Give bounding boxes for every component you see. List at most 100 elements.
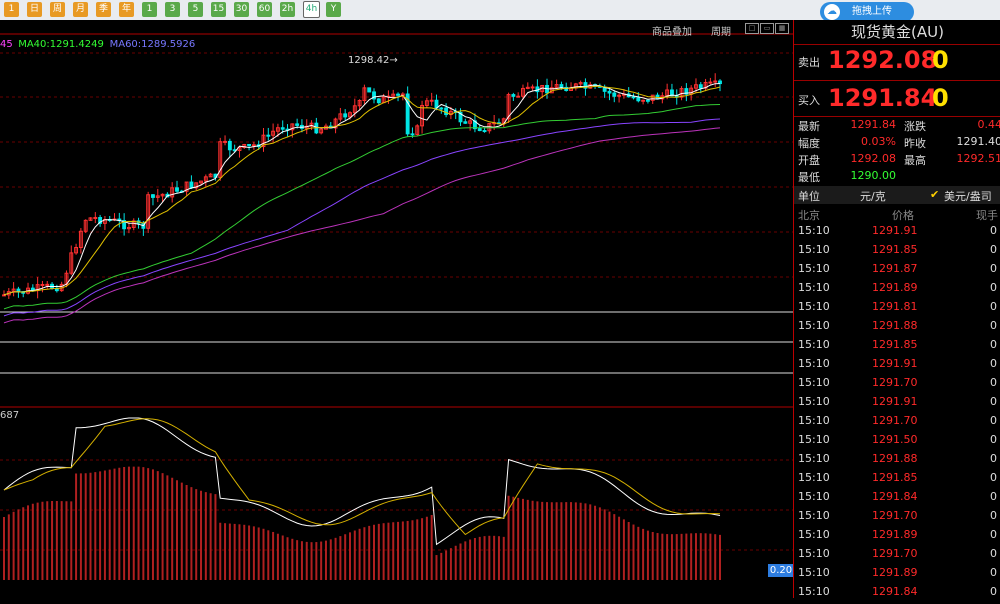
stat-label: 涨跌 bbox=[904, 120, 926, 133]
unit-cny-option[interactable]: 元/克 bbox=[860, 188, 886, 204]
candle-body bbox=[698, 84, 703, 89]
candle-body bbox=[280, 127, 285, 130]
candle-body bbox=[477, 128, 482, 132]
tick-price: 1291.70 bbox=[872, 376, 918, 389]
tick-time: 15:10 bbox=[798, 566, 830, 579]
split-icon[interactable]: ▭ bbox=[760, 23, 774, 34]
tick-row: 15:10 1291.85 0 bbox=[794, 471, 1000, 490]
candle-body bbox=[93, 217, 98, 220]
period-button[interactable]: 4h bbox=[303, 1, 320, 18]
check-icon: ✔ bbox=[930, 188, 940, 201]
tick-price: 1291.89 bbox=[872, 566, 918, 579]
instrument-title: 现货黄金(AU) bbox=[851, 23, 944, 41]
tick-time: 15:10 bbox=[798, 585, 830, 598]
period-button[interactable]: 2h bbox=[280, 2, 295, 17]
ma-legend-item: 45 bbox=[0, 39, 13, 50]
tick-volume: 0 bbox=[990, 509, 997, 522]
col-price-header: 价格 bbox=[892, 209, 914, 222]
tick-row: 15:10 1291.70 0 bbox=[794, 509, 1000, 528]
candle-body bbox=[429, 99, 434, 102]
candle-body bbox=[16, 288, 21, 293]
tick-time: 15:10 bbox=[798, 509, 830, 522]
overlay-commodity-link[interactable]: 商品叠加 bbox=[652, 23, 692, 38]
period-button[interactable]: 1 bbox=[4, 2, 19, 17]
kline-chart-area[interactable]: 1298.42→ 商品叠加 周期 □ ▭ ▦ 45 MA40:1291.4249 M… bbox=[0, 20, 794, 598]
candle-body bbox=[189, 181, 194, 189]
period-button[interactable]: 60 bbox=[257, 2, 272, 17]
tick-volume: 0 bbox=[990, 547, 997, 560]
period-button[interactable]: 15 bbox=[211, 2, 226, 17]
layout-icon[interactable]: ▦ bbox=[775, 23, 789, 34]
ma40-line bbox=[3, 104, 721, 310]
period-link[interactable]: 周期 bbox=[711, 23, 731, 38]
tick-price: 1291.88 bbox=[872, 319, 918, 332]
tick-price: 1291.85 bbox=[872, 338, 918, 351]
col-time-header: 北京 bbox=[798, 209, 820, 222]
tick-row: 15:10 1291.91 0 bbox=[794, 357, 1000, 376]
stat-value: 1292.08 bbox=[850, 152, 897, 165]
tick-time: 15:10 bbox=[798, 243, 830, 256]
period-button[interactable]: 季 bbox=[96, 2, 111, 17]
tick-time: 15:10 bbox=[798, 300, 830, 313]
period-button[interactable]: 3 bbox=[165, 2, 180, 17]
candle-body bbox=[151, 194, 155, 198]
candle-body bbox=[612, 92, 617, 97]
candle-body bbox=[367, 87, 372, 93]
ma-long-line bbox=[3, 127, 721, 324]
sell-price: 1292.08 bbox=[828, 46, 938, 74]
period-button[interactable]: 周 bbox=[50, 2, 65, 17]
ma60-line bbox=[3, 118, 721, 317]
tick-row: 15:10 1291.50 0 bbox=[794, 433, 1000, 452]
tick-volume: 0 bbox=[990, 224, 997, 237]
buy-label: 买入 bbox=[798, 94, 820, 107]
period-button[interactable]: 月 bbox=[73, 2, 88, 17]
tick-price: 1291.91 bbox=[872, 224, 918, 237]
stat-value: 1292.51 bbox=[956, 152, 1000, 165]
candle-body bbox=[295, 123, 300, 126]
sell-volume: 0 bbox=[932, 46, 949, 74]
period-button[interactable]: 5 bbox=[188, 2, 203, 17]
tick-volume: 0 bbox=[990, 243, 997, 256]
candle-body bbox=[607, 90, 612, 94]
upload-button[interactable]: ☁ 拖拽上传 bbox=[820, 2, 914, 22]
tick-row: 15:10 1291.87 0 bbox=[794, 262, 1000, 281]
kline-chart[interactable]: 1298.42→ bbox=[0, 20, 793, 598]
tick-volume: 0 bbox=[990, 300, 997, 313]
period-button[interactable]: 日 bbox=[27, 2, 42, 17]
candle-body bbox=[251, 144, 256, 147]
tick-row: 15:10 1291.91 0 bbox=[794, 224, 1000, 243]
tick-time: 15:10 bbox=[798, 452, 830, 465]
tick-row: 15:10 1291.84 0 bbox=[794, 585, 1000, 604]
cloud-icon: ☁ bbox=[824, 4, 840, 20]
period-button[interactable]: Y bbox=[326, 2, 341, 17]
tick-time: 15:10 bbox=[798, 414, 830, 427]
restore-icon[interactable]: □ bbox=[745, 23, 759, 34]
unit-usd-option[interactable]: 美元/盎司 bbox=[944, 188, 992, 204]
tick-time: 15:10 bbox=[798, 490, 830, 503]
stat-value: 1291.84 bbox=[850, 118, 897, 131]
period-toolbar: 1 日周月季年 1 3 5 15 30 60 2h 4h Y ☁ 拖拽上传 bbox=[0, 0, 1000, 22]
candle-body bbox=[439, 107, 444, 110]
tick-volume: 0 bbox=[990, 585, 997, 598]
tick-time: 15:10 bbox=[798, 471, 830, 484]
tick-time: 15:10 bbox=[798, 376, 830, 389]
candle-body bbox=[631, 96, 636, 99]
candle-body bbox=[343, 113, 348, 118]
candle-body bbox=[40, 283, 45, 286]
period-button[interactable]: 1 bbox=[142, 2, 157, 17]
tick-volume: 0 bbox=[990, 566, 997, 579]
period-button[interactable]: 年 bbox=[119, 2, 134, 17]
ma-legend-item: MA60:1289.5926 bbox=[109, 39, 196, 50]
tick-row: 15:10 1291.88 0 bbox=[794, 452, 1000, 471]
stat-label: 幅度 bbox=[798, 137, 820, 150]
candle-body bbox=[641, 99, 646, 102]
candle-body bbox=[410, 133, 415, 136]
tick-price: 1291.70 bbox=[872, 414, 918, 427]
tick-volume: 0 bbox=[990, 319, 997, 332]
stat-label: 昨收 bbox=[904, 137, 926, 150]
tick-price: 1291.91 bbox=[872, 357, 918, 370]
period-button[interactable]: 30 bbox=[234, 2, 249, 17]
candle-body bbox=[223, 140, 227, 143]
tick-price: 1291.70 bbox=[872, 547, 918, 560]
stat-label: 最新 bbox=[798, 120, 820, 133]
